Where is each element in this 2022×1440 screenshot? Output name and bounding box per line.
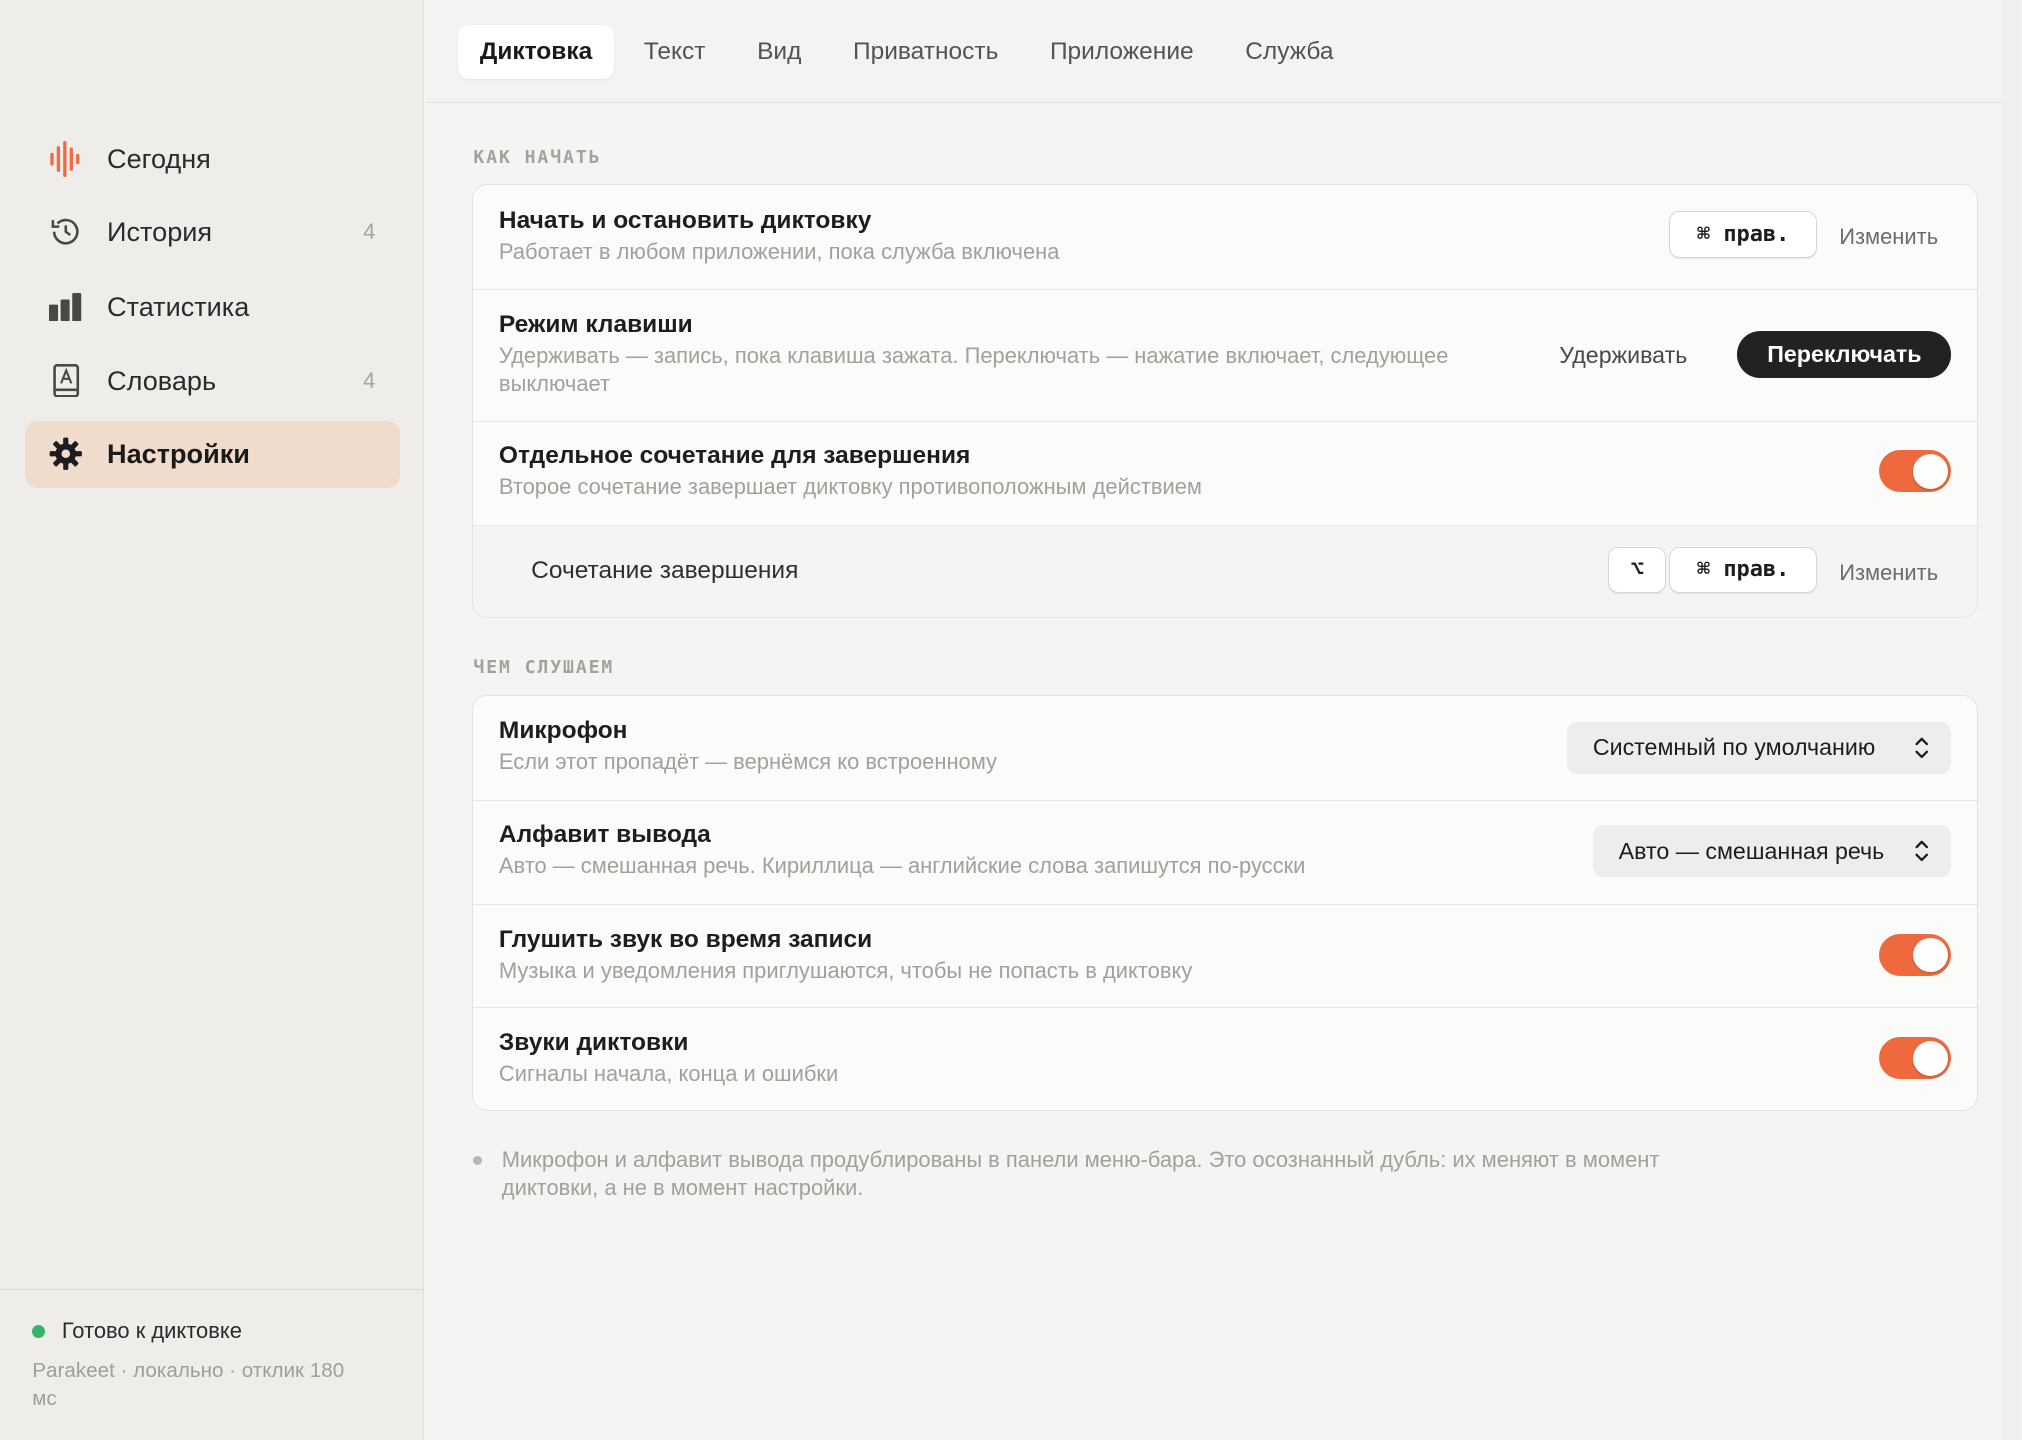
setting-row-sounds: Звуки диктовки Сигналы начала, конца и о…: [473, 1008, 1976, 1109]
shortcut-keycap: ⌘ прав.: [1668, 211, 1818, 258]
status-text: Готово к диктовке: [61, 1318, 242, 1344]
setting-title: Отдельное сочетание для завершения: [498, 442, 971, 470]
dictation-sounds-toggle[interactable]: [1879, 1036, 1952, 1080]
alphabet-select[interactable]: Авто — смешанная речь: [1592, 825, 1952, 877]
sidebar-status: Готово к диктовке Parakeet · локально · …: [0, 1288, 425, 1440]
chevron-up-down-icon: [1915, 840, 1929, 862]
setting-row-mute: Глушить звук во время записи Музыка и ув…: [473, 905, 1977, 1009]
change-stop-shortcut-button[interactable]: Изменить: [1839, 560, 1938, 586]
gear-icon: [48, 436, 84, 472]
settings-card-start: Начать и остановить диктовку Работает в …: [472, 184, 1978, 618]
microphone-select-value: Системный по умолчанию: [1592, 734, 1876, 761]
section-title-listen: ЧЕМ СЛУШАЕМ: [473, 656, 615, 678]
chevron-up-down-icon: [1915, 737, 1929, 759]
waveform-icon: [48, 140, 84, 177]
setting-description: Работает в любом приложении, пока служба…: [498, 239, 1060, 265]
sidebar-item-count: 4: [363, 367, 376, 393]
setting-title: Звуки диктовки: [498, 1029, 689, 1057]
sidebar-item-dictionary[interactable]: Словарь 4: [25, 347, 400, 414]
setting-description: Удерживать — запись, пока клавиша зажата…: [498, 342, 1449, 396]
settings-card-listen: Микрофон Если этот пропадёт — вернёмся к…: [472, 695, 1978, 1111]
setting-subtitle: Сочетание завершения: [531, 556, 799, 584]
setting-title: Алфавит вывода: [498, 821, 711, 849]
bullet-icon: [473, 1155, 483, 1165]
setting-description: Второе сочетание завершает диктовку прот…: [498, 474, 1202, 500]
sidebar-item-statistics[interactable]: Статистика: [25, 273, 400, 340]
change-shortcut-button[interactable]: Изменить: [1839, 224, 1938, 250]
sidebar-item-history[interactable]: История 4: [25, 199, 400, 266]
alphabet-select-value: Авто — смешанная речь: [1618, 837, 1885, 864]
sidebar-item-label: История: [107, 216, 213, 248]
bar-chart-icon: [48, 289, 84, 325]
setting-title: Режим клавиши: [498, 310, 693, 338]
sidebar-item-label: Словарь: [107, 364, 217, 396]
tab-bar: Диктовка Текст Вид Приватность Приложени…: [425, 0, 2003, 104]
history-clock-icon: [48, 214, 84, 250]
tab-view[interactable]: Вид: [735, 25, 823, 79]
sidebar-item-label: Статистика: [107, 291, 250, 322]
status-dot-icon: [32, 1324, 46, 1338]
setting-row-alphabet: Алфавит вывода Авто — смешанная речь. Ки…: [473, 801, 1977, 906]
option-keycap: ⌥: [1608, 546, 1667, 594]
key-mode-hold-option[interactable]: Удерживать: [1559, 342, 1687, 369]
sidebar: Сегодня История 4 Статистика Словарь 4 Н…: [0, 0, 425, 1440]
section-title-start: КАК НАЧАТЬ: [473, 147, 602, 169]
key-mode-toggle-option[interactable]: Переключать: [1737, 331, 1952, 378]
sidebar-item-label: Настройки: [107, 438, 250, 470]
setting-row-key-mode: Режим клавиши Удерживать — запись, пока …: [473, 290, 1977, 422]
sidebar-item-label: Сегодня: [107, 142, 211, 174]
sidebar-item-today[interactable]: Сегодня: [25, 125, 400, 192]
tab-application[interactable]: Приложение: [1028, 25, 1216, 79]
tab-dictation[interactable]: Диктовка: [457, 24, 615, 79]
tab-text[interactable]: Текст: [622, 25, 728, 79]
dictionary-book-icon: [48, 362, 84, 398]
sidebar-item-settings[interactable]: Настройки: [24, 420, 400, 488]
setting-description: Музыка и уведомления приглушаются, чтобы…: [498, 957, 1193, 983]
microphone-select[interactable]: Системный по умолчанию: [1567, 722, 1952, 774]
status-detail: Parakeet · локально · отклик 180 мс: [32, 1358, 345, 1411]
separate-stop-toggle[interactable]: [1879, 449, 1952, 493]
mute-toggle[interactable]: [1879, 933, 1952, 977]
setting-description: Авто — смешанная речь. Кириллица — англи…: [498, 853, 1306, 879]
setting-title: Микрофон: [498, 716, 628, 744]
stop-shortcut-keycap: ⌘ прав.: [1668, 546, 1818, 594]
setting-title: Начать и остановить диктовку: [498, 207, 872, 235]
setting-row-stop-shortcut: Сочетание завершения ⌥ ⌘ прав. Изменить: [473, 526, 1977, 617]
setting-row-shortcut: Начать и остановить диктовку Работает в …: [473, 185, 1977, 290]
setting-description: Сигналы начала, конца и ошибки: [498, 1061, 839, 1087]
sidebar-item-count: 4: [363, 219, 376, 245]
setting-row-separate-stop: Отдельное сочетание для завершения Второ…: [473, 422, 1977, 527]
tab-privacy[interactable]: Приватность: [831, 25, 1020, 79]
setting-description: Если этот пропадёт — вернёмся ко встроен…: [498, 748, 998, 774]
info-note-text: Микрофон и алфавит вывода продублированы…: [501, 1146, 1660, 1200]
scrollbar-track[interactable]: [2002, 0, 2022, 1440]
setting-row-microphone: Микрофон Если этот пропадёт — вернёмся к…: [473, 696, 1977, 801]
tab-service[interactable]: Служба: [1223, 25, 1355, 79]
setting-title: Глушить звук во время записи: [498, 925, 873, 953]
